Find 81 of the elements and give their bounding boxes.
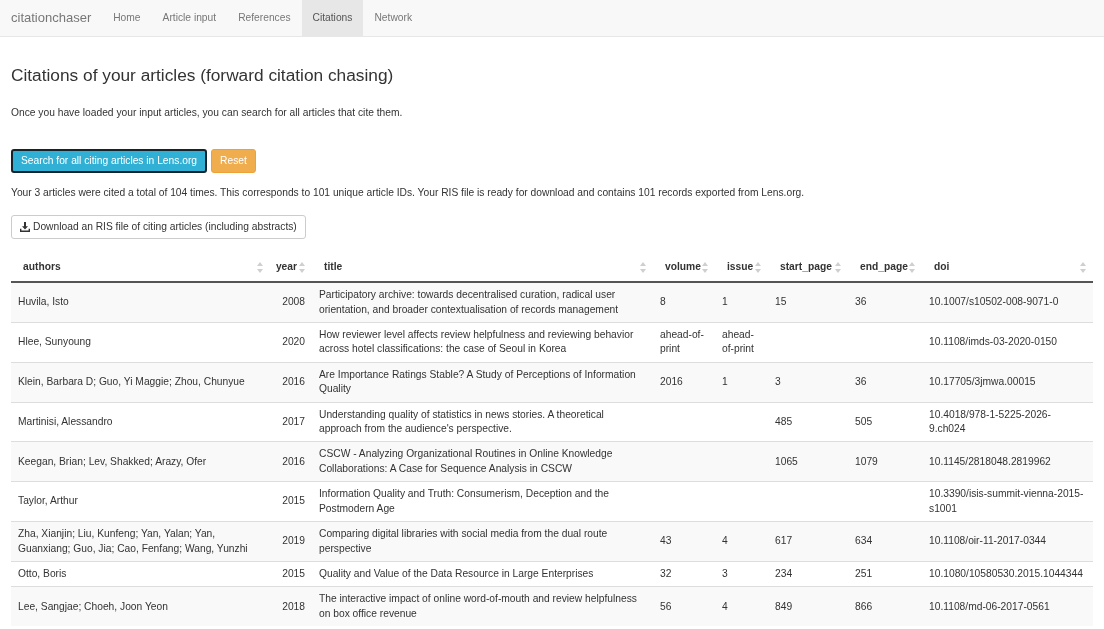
table-cell: 2015: [270, 481, 312, 522]
table-cell: CSCW - Analyzing Organizational Routines in Online Knowledge Collaborations: A Case for Sequence Analysis in CSCW: [312, 441, 653, 482]
table-cell: 485: [768, 402, 848, 442]
nav-tab[interactable]: Network: [363, 0, 424, 36]
table-cell: 2019: [270, 521, 312, 562]
nav-tab[interactable]: Citations: [301, 0, 364, 36]
table-cell: Hlee, Sunyoung: [11, 322, 270, 363]
table-cell: 634: [848, 521, 922, 562]
table-cell: 32: [653, 561, 715, 587]
table-cell: 2015: [270, 561, 312, 587]
table-cell: 2020: [270, 322, 312, 363]
table-cell: Keegan, Brian; Lev, Shakked; Arazy, Ofer: [11, 441, 270, 482]
table-cell: 15: [768, 282, 848, 323]
table-cell: 849: [768, 586, 848, 627]
sort-icon: [835, 261, 841, 273]
table-cell: 56: [653, 586, 715, 627]
download-button[interactable]: Download an RIS file of citing articles (including abstracts): [11, 214, 306, 239]
table-cell: 2016: [653, 362, 715, 403]
table-cell: Klein, Barbara D; Guo, Yi Maggie; Zhou, Chunyue: [11, 362, 270, 403]
brand-link[interactable]: citationchaser: [0, 0, 103, 36]
table-cell: Martinisi, Alessandro: [11, 402, 270, 442]
table-cell: Quality and Value of the Data Resource in Large Enterprises: [312, 561, 653, 587]
table-cell: 2016: [270, 362, 312, 403]
table-cell: 251: [848, 561, 922, 587]
table-cell: 2018: [270, 586, 312, 627]
nav-tab[interactable]: Home: [102, 0, 152, 36]
table-cell: 505: [848, 402, 922, 442]
table-cell: 10.1108/oir-11-2017-0344: [922, 521, 1093, 562]
nav-tab[interactable]: References: [227, 0, 302, 36]
table-cell: Information Quality and Truth: Consumerism, Deception and the Postmodern Age: [312, 481, 653, 522]
summary-text: Your 3 articles were cited a total of 104 times. This corresponds to 101 unique article IDs. Your RIS file is ready for download and contains 101 records exported from Lens.org.: [11, 186, 806, 201]
sort-icon: [257, 261, 263, 273]
page-heading: Citations of your articles (forward citation chasing): [11, 66, 395, 85]
table-cell: How reviewer level affects review helpfulness and reviewing behavior across hotel classifications: the case of Seoul in Korea: [312, 322, 653, 363]
table-cell: 10.1108/imds-03-2020-0150: [922, 322, 1093, 363]
sort-icon: [299, 261, 305, 273]
table-cell: 2017: [270, 402, 312, 442]
table-cell: 10.1145/2818048.2819962: [922, 441, 1093, 482]
table-cell: 10.4018/978-1-5225-2026-9.ch024: [922, 402, 1093, 442]
table-cell: 3: [768, 362, 848, 403]
table-cell: 1: [715, 282, 768, 323]
table-cell: Are Importance Ratings Stable? A Study of Perceptions of Information Quality: [312, 362, 653, 403]
table-cell: 4: [715, 521, 768, 562]
table-cell: 10.1080/10580530.2015.1044344: [922, 561, 1093, 587]
table-cell: 234: [768, 561, 848, 587]
table-cell: Taylor, Arthur: [11, 481, 270, 522]
table-cell: 3: [715, 561, 768, 587]
table-cell: Zha, Xianjin; Liu, Kunfeng; Yan, Yalan; Yan, Guanxiang; Guo, Jia; Cao, Fenfang; Wang, Yunzhi: [11, 521, 270, 562]
sort-icon: [702, 261, 708, 273]
intro-text: Once you have loaded your input articles, you can search for all articles that cite them.: [11, 106, 404, 120]
table-cell: Participatory archive: towards decentralised curation, radical user orientation, and broader contextualisation of records management: [312, 282, 653, 323]
table-cell: Lee, Sangjae; Choeh, Joon Yeon: [11, 586, 270, 627]
sort-icon: [640, 261, 646, 273]
table-cell: 2008: [270, 282, 312, 323]
table-cell: 10.1108/md-06-2017-0561: [922, 586, 1093, 627]
table-cell: Understanding quality of statistics in news stories. A theoretical approach from the audience's perspective.: [312, 402, 653, 442]
table-cell: 36: [848, 282, 922, 323]
nav-tab[interactable]: Article input: [151, 0, 228, 36]
table-cell: 617: [768, 521, 848, 562]
table-cell: 36: [848, 362, 922, 403]
table-cell: 2016: [270, 441, 312, 482]
table-cell: ahead-of-print: [653, 322, 715, 363]
download-icon: [20, 221, 30, 232]
table-cell: 10.17705/3jmwa.00015: [922, 362, 1093, 403]
table-cell: Comparing digital libraries with social media from the dual route perspective: [312, 521, 653, 562]
sort-icon: [909, 261, 915, 273]
table-cell: 1065: [768, 441, 848, 482]
table-cell: 866: [848, 586, 922, 627]
table-cell: The interactive impact of online word-of-mouth and review helpfulness on box office revenue: [312, 586, 653, 627]
table-cell: 1: [715, 362, 768, 403]
table-cell: ahead-of-print: [715, 322, 768, 363]
table-cell: 1079: [848, 441, 922, 482]
table-cell: 43: [653, 521, 715, 562]
table-cell: 8: [653, 282, 715, 323]
table-cell: Huvila, Isto: [11, 282, 270, 323]
table-cell: 4: [715, 586, 768, 627]
table-cell: Otto, Boris: [11, 561, 270, 587]
sort-icon: [755, 261, 761, 273]
sort-icon: [1080, 261, 1086, 273]
table-cell: 10.1007/s10502-008-9071-0: [922, 282, 1093, 323]
table-cell: 10.3390/isis-summit-vienna-2015-s1001: [922, 481, 1093, 522]
